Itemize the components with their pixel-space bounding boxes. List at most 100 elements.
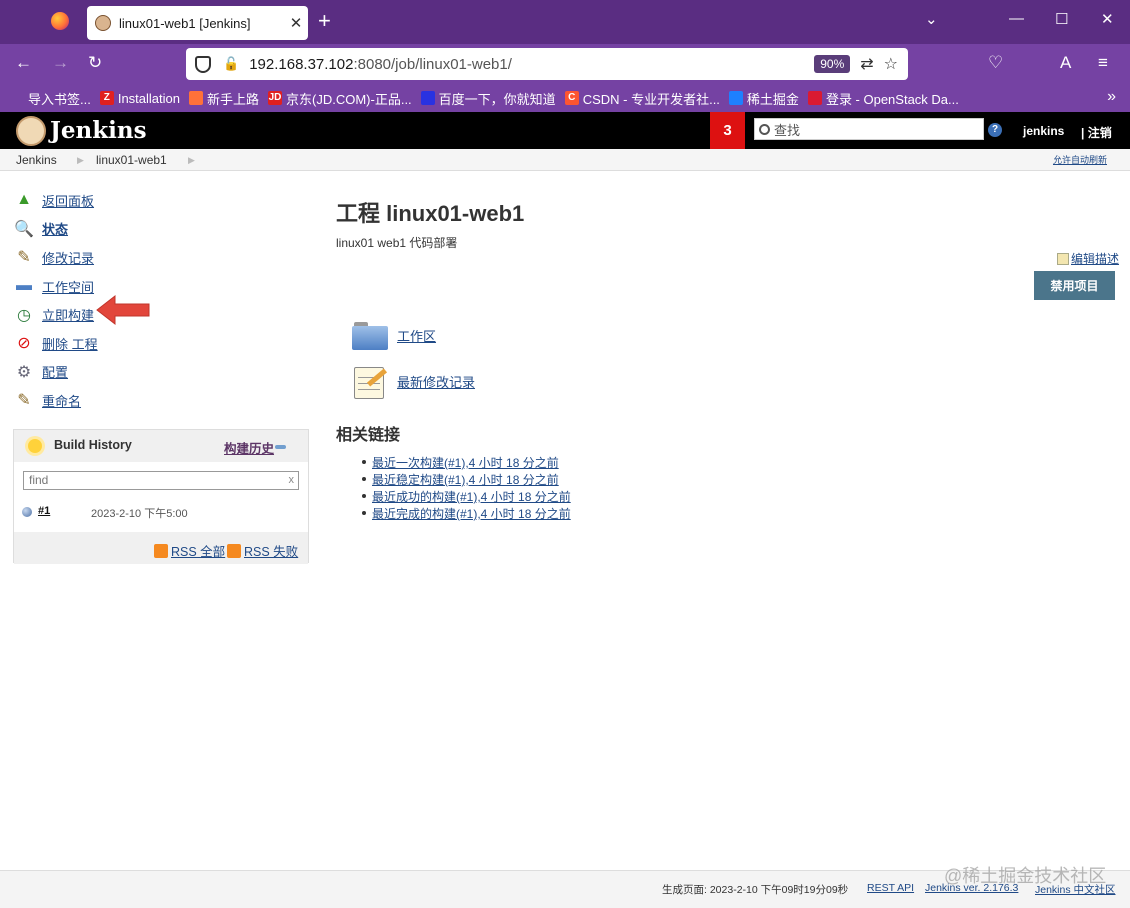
disable-project-button[interactable]: 禁用项目	[1034, 271, 1115, 300]
translate-icon[interactable]: ⇄	[860, 54, 873, 74]
notepad-icon[interactable]	[352, 363, 388, 399]
build-number-link[interactable]: #1	[38, 505, 50, 517]
browser-tab[interactable]: linux01-web1 [Jenkins] ✕	[87, 6, 308, 40]
rss-all-link[interactable]: RSS 全部	[154, 541, 225, 560]
jenkins-logo-icon[interactable]	[16, 116, 46, 146]
sidebar-item[interactable]: ▲ 返回面板	[14, 186, 304, 215]
workspace-link[interactable]: 工作区	[397, 326, 436, 345]
jenkins-title[interactable]: Jenkins	[50, 117, 147, 144]
logout-link[interactable]: | 注销	[1081, 124, 1112, 141]
bookmark-item[interactable]: 百度一下，你就知道	[420, 89, 556, 108]
bookmark-favicon-icon	[420, 91, 435, 105]
reload-icon[interactable]: ↻	[88, 53, 102, 73]
bookmark-label: 登录 - OpenStack Da...	[825, 91, 959, 107]
workspace-item: 工作区	[352, 320, 436, 350]
help-icon[interactable]: ?	[988, 123, 1002, 137]
rss-fail-label: RSS 失败	[244, 545, 299, 559]
build-find-input[interactable]: find x	[23, 471, 299, 490]
bookmark-favicon-icon: Z	[99, 91, 114, 105]
bullet-icon	[362, 477, 366, 481]
menu-icon[interactable]: ≡	[1098, 53, 1108, 73]
bookmark-item[interactable]: 稀土掘金	[728, 89, 799, 108]
build-history-link[interactable]: 构建历史	[224, 438, 274, 457]
trend-icon[interactable]	[275, 445, 286, 449]
bookmark-item[interactable]: 导入书签...	[10, 89, 91, 108]
sidebar-item-label[interactable]: 立即构建	[42, 305, 94, 324]
rss-footer: RSS 全部 RSS 失败	[14, 532, 308, 564]
sidebar-item[interactable]: ⊘ 删除 工程	[14, 329, 304, 358]
jenkins-favicon-icon	[95, 15, 111, 31]
sidebar-item-label[interactable]: 返回面板	[42, 191, 94, 210]
search-placeholder: 查找	[774, 122, 801, 138]
folder-icon[interactable]	[352, 320, 388, 350]
bookmark-star-icon[interactable]: ☆	[884, 54, 898, 74]
sidebar-item[interactable]: ▬ 工作空间	[14, 272, 304, 301]
edit-description-link[interactable]: 编辑描述	[1057, 250, 1119, 267]
folder-icon: ▬	[16, 277, 32, 295]
close-window-button[interactable]: ✕	[1101, 10, 1114, 28]
rss-fail-link[interactable]: RSS 失败	[227, 541, 298, 560]
bookmarks-overflow-icon[interactable]: »	[1107, 88, 1116, 106]
sidebar-item-label[interactable]: 删除 工程	[42, 334, 98, 353]
bookmark-item[interactable]: 新手上路	[189, 89, 259, 108]
find-placeholder: find	[29, 473, 49, 487]
changes-item: 最新修改记录	[352, 363, 475, 399]
insecure-lock-icon[interactable]: 🔓	[223, 56, 239, 72]
clear-find-icon[interactable]: x	[289, 472, 295, 489]
breadcrumb-jenkins[interactable]: Jenkins	[16, 153, 57, 167]
breadcrumb-job[interactable]: linux01-web1	[96, 153, 167, 167]
back-icon[interactable]: ←	[15, 53, 32, 73]
sidebar-item[interactable]: ◷ 立即构建	[14, 300, 304, 329]
rss-icon	[227, 543, 241, 558]
auto-refresh-link[interactable]: 允许自动刷新	[1053, 153, 1107, 166]
firefox-icon[interactable]	[51, 12, 69, 30]
build-history-title: Build History	[54, 438, 132, 452]
search-input[interactable]: 查找	[754, 118, 984, 140]
sidebar-item-label[interactable]: 配置	[42, 362, 68, 381]
sidebar-item[interactable]: 🔍 状态	[14, 215, 304, 244]
sidebar-item-label[interactable]: 工作空间	[42, 277, 94, 296]
rss-icon	[154, 543, 168, 558]
bookmark-favicon-icon	[807, 91, 822, 105]
related-link[interactable]: 最近完成的构建(#1),4 小时 18 分之前	[372, 505, 571, 522]
bookmarks-toolbar: 导入书签... Z Installation 新手上路 JD 京东(JD.COM)-正品.…	[0, 84, 1130, 112]
minimize-button[interactable]: —	[1009, 10, 1024, 27]
tab-close-icon[interactable]: ✕	[284, 14, 308, 32]
forward-icon[interactable]: →	[52, 53, 69, 73]
zoom-badge[interactable]: 90%	[814, 55, 851, 73]
url-text[interactable]: 192.168.37.102:8080/job/linux01-web1/	[249, 56, 814, 73]
shield-icon[interactable]	[195, 55, 211, 73]
changes-link[interactable]: 最新修改记录	[397, 372, 475, 391]
breadcrumb: Jenkins ▶ linux01-web1 ▶ 允许自动刷新	[0, 149, 1130, 171]
jenkins-header: Jenkins 3 查找 ? jenkins | 注销	[0, 112, 1130, 149]
bookmark-favicon-icon	[728, 91, 743, 105]
rest-api-link[interactable]: REST API	[867, 882, 914, 894]
bookmark-item[interactable]: JD 京东(JD.COM)-正品...	[268, 89, 412, 108]
sidebar-item-label[interactable]: 修改记录	[42, 248, 94, 267]
maximize-button[interactable]: ☐	[1055, 10, 1068, 28]
bookmark-item[interactable]: Z Installation	[99, 91, 180, 106]
sidebar-item-label[interactable]: 状态	[42, 219, 68, 238]
bookmark-favicon-icon	[10, 91, 24, 105]
notification-badge[interactable]: 3	[710, 112, 745, 149]
address-bar[interactable]: 🔓 192.168.37.102:8080/job/linux01-web1/ …	[186, 48, 908, 80]
build-date[interactable]: 2023-2-10 下午5:00	[91, 505, 188, 521]
notepad-icon: ✎	[17, 392, 31, 410]
sidebar-item[interactable]: ⚙ 配置	[14, 358, 304, 387]
red-arrow-annotation	[96, 294, 150, 326]
sidebar-item-label[interactable]: 重命名	[42, 391, 81, 410]
pocket-icon[interactable]: ♡	[988, 53, 1003, 73]
sidebar-item[interactable]: ✎ 重命名	[14, 386, 304, 415]
rss-all-label: RSS 全部	[171, 545, 226, 559]
translate-extension-icon[interactable]: A	[1060, 53, 1071, 73]
sidebar-item[interactable]: ✎ 修改记录	[14, 243, 304, 272]
user-link[interactable]: jenkins	[1023, 124, 1064, 138]
bookmark-item[interactable]: 登录 - OpenStack Da...	[807, 89, 959, 108]
related-links-heading: 相关链接	[336, 427, 401, 444]
bookmark-item[interactable]: C CSDN - 专业开发者社...	[564, 89, 720, 108]
related-link[interactable]: 最近成功的构建(#1),4 小时 18 分之前	[372, 488, 571, 505]
new-tab-button[interactable]: +	[318, 8, 331, 34]
related-link[interactable]: 最近稳定构建(#1),4 小时 18 分之前	[372, 471, 559, 488]
related-link[interactable]: 最近一次构建(#1),4 小时 18 分之前	[372, 454, 559, 471]
tab-list-chevron-icon[interactable]: ⌄	[925, 10, 938, 28]
